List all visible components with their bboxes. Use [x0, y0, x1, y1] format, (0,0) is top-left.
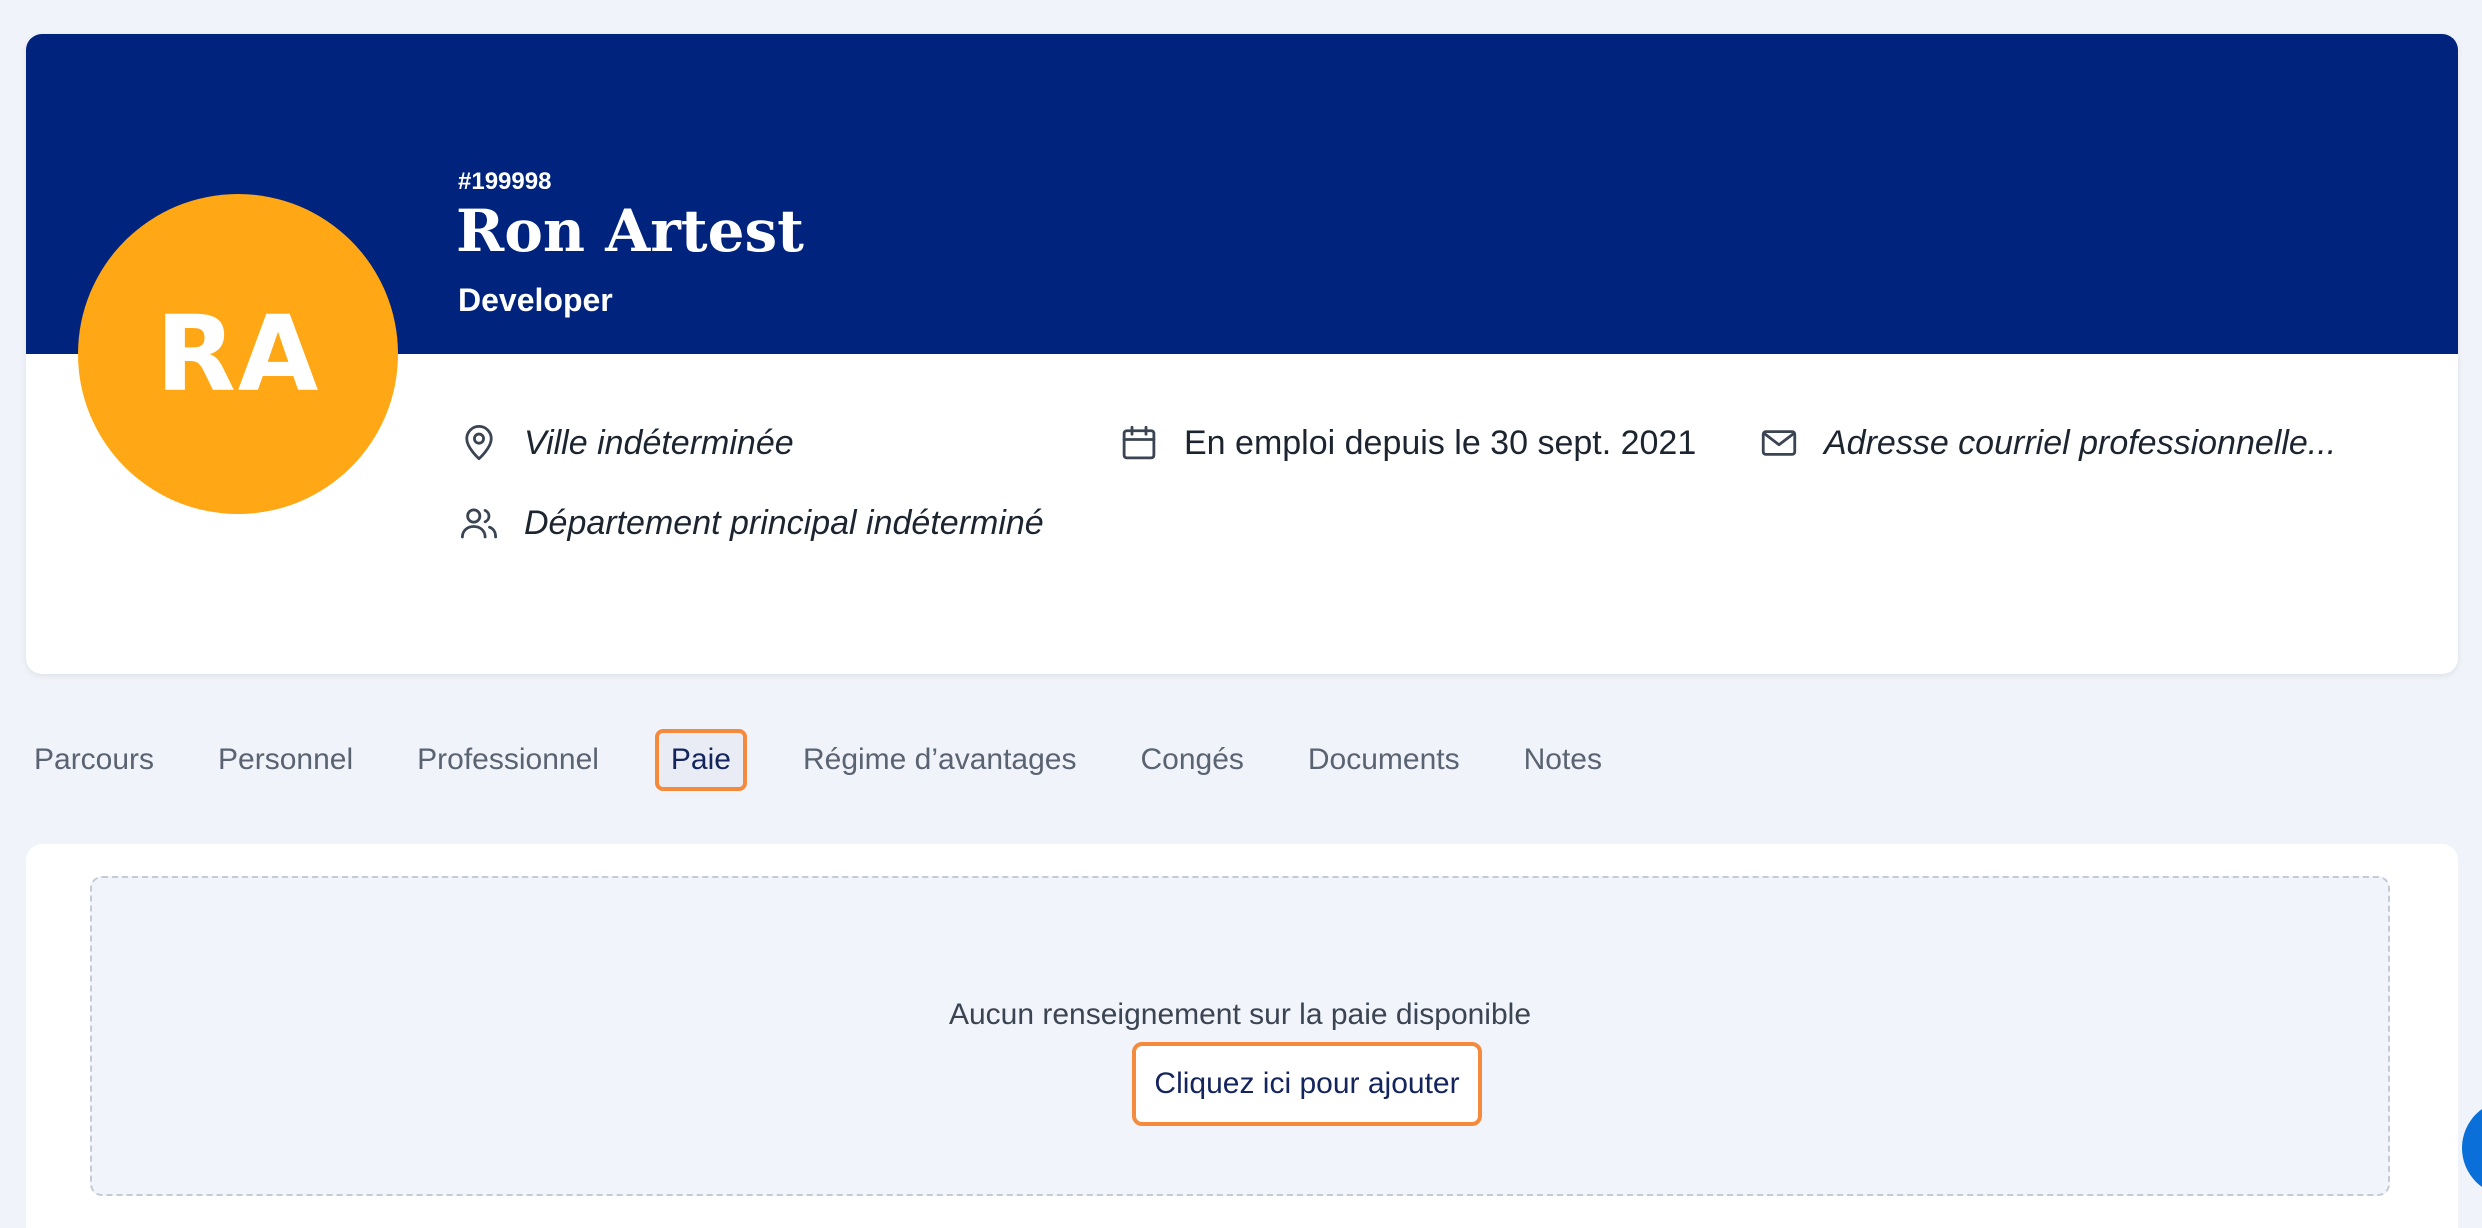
add-payroll-button[interactable]: Cliquez ici pour ajouter: [1132, 1042, 1482, 1126]
employment-date-text: En emploi depuis le 30 sept. 2021: [1184, 423, 1697, 462]
tab-notes[interactable]: Notes: [1516, 731, 1610, 789]
info-email: Adresse courriel professionnelle...: [1756, 420, 2336, 466]
payroll-panel: Aucun renseignement sur la paie disponib…: [26, 844, 2458, 1228]
profile-tabs: Parcours Personnel Professionnel Paie Ré…: [26, 720, 1658, 800]
avatar-initials: RA: [155, 293, 321, 415]
tab-professionnel[interactable]: Professionnel: [409, 731, 607, 789]
email-text: Adresse courriel professionnelle...: [1824, 423, 2337, 462]
tab-personnel[interactable]: Personnel: [210, 731, 361, 789]
tab-regime-avantages[interactable]: Régime d’avantages: [795, 731, 1085, 789]
tab-documents[interactable]: Documents: [1300, 731, 1468, 789]
tab-conges[interactable]: Congés: [1132, 731, 1251, 789]
help-chat-button[interactable]: [2462, 1100, 2482, 1196]
tab-parcours[interactable]: Parcours: [26, 731, 162, 789]
payroll-empty-state: Aucun renseignement sur la paie disponib…: [90, 876, 2390, 1196]
employee-name: Ron Artest: [456, 197, 804, 265]
city-text: Ville indéterminée: [524, 423, 794, 462]
location-pin-icon: [456, 420, 502, 466]
department-text: Département principal indéterminé: [524, 503, 1044, 542]
info-employment-date: En emploi depuis le 30 sept. 2021: [1116, 420, 1696, 466]
users-icon: [456, 500, 502, 546]
employee-title: Developer: [458, 282, 613, 318]
tab-paie[interactable]: Paie: [654, 729, 747, 791]
empty-state-message: Aucun renseignement sur la paie disponib…: [948, 998, 1532, 1031]
info-department: Département principal indéterminé: [456, 500, 1044, 546]
info-city: Ville indéterminée: [456, 420, 794, 466]
avatar: RA: [78, 194, 398, 514]
calendar-icon: [1116, 420, 1162, 466]
mail-icon: [1756, 420, 1802, 466]
employee-id: #199998: [458, 168, 552, 195]
employee-profile-card: RA #199998 Ron Artest Developer Ville in…: [26, 34, 2458, 674]
